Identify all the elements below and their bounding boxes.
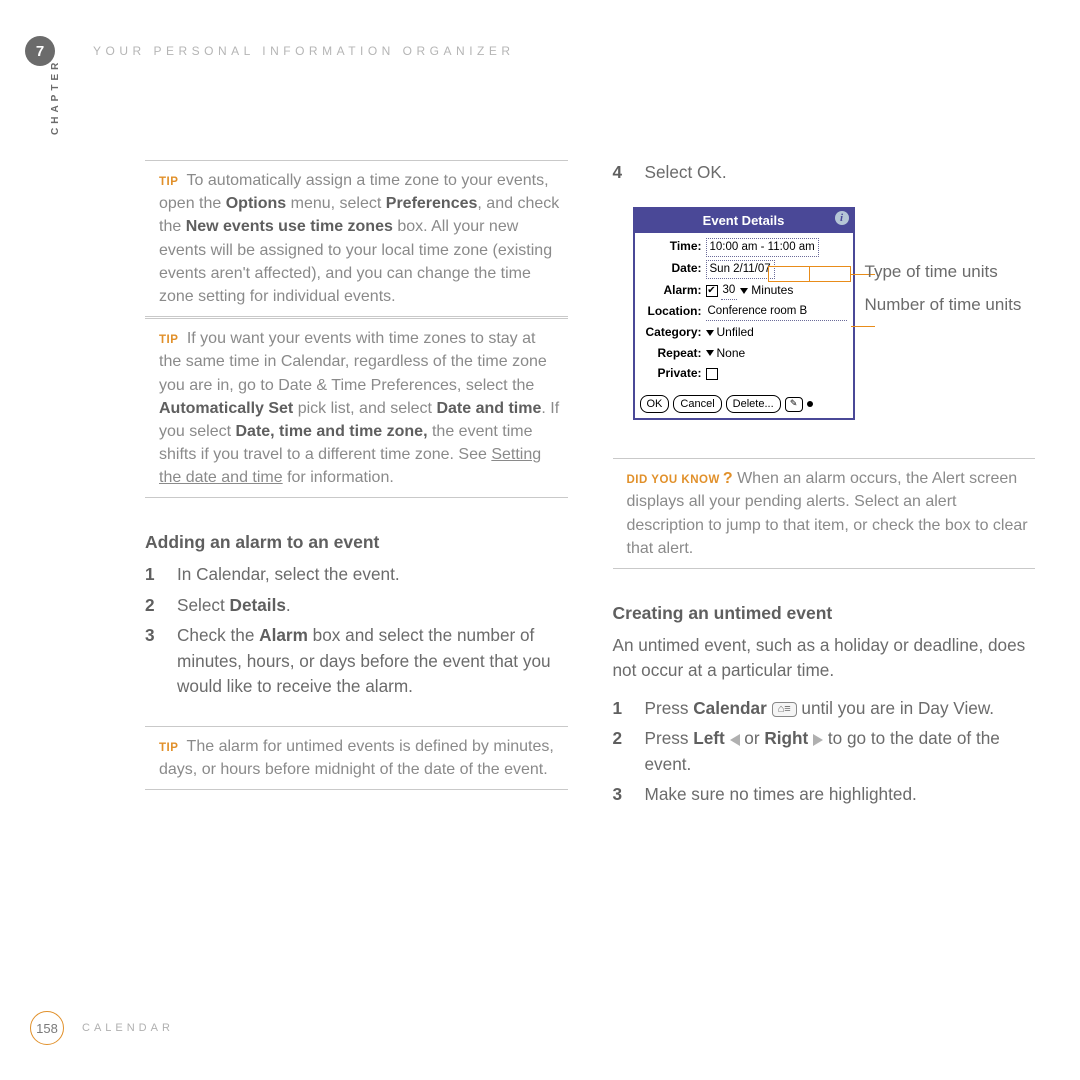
step-4-text: Select OK. bbox=[645, 160, 727, 185]
untimed-steps: Press Calendar ⌂≡ until you are in Day V… bbox=[613, 696, 1036, 808]
event-details-figure: Event Details i Time: 10:00 am - 11:00 a… bbox=[613, 207, 1036, 420]
date-field[interactable]: Sun 2/11/07 bbox=[706, 260, 775, 279]
right-arrow-icon bbox=[813, 734, 823, 746]
untimed-intro: An untimed event, such as a holiday or d… bbox=[613, 633, 1036, 684]
alarm-value-field[interactable]: 30 bbox=[721, 282, 738, 300]
dyk-label: DID YOU KNOW bbox=[627, 474, 720, 486]
category-label: Category: bbox=[639, 324, 706, 342]
tip-box-2: TIP If you want your events with time zo… bbox=[145, 318, 568, 498]
step-1: In Calendar, select the event. bbox=[177, 562, 568, 587]
tip1-b3: New events use time zones bbox=[186, 218, 393, 235]
tip-label: TIP bbox=[159, 742, 178, 754]
cancel-button[interactable]: Cancel bbox=[673, 395, 721, 413]
alarm-units-dropdown-icon[interactable] bbox=[740, 288, 748, 294]
step-3: Check the Alarm box and select the numbe… bbox=[177, 623, 568, 699]
tip-label: TIP bbox=[159, 176, 178, 188]
location-label: Location: bbox=[639, 303, 706, 321]
callout-line-2 bbox=[851, 326, 875, 327]
page-header-title: YOUR PERSONAL INFORMATION ORGANIZER bbox=[93, 44, 515, 58]
step-2: Select Details. bbox=[177, 593, 568, 618]
calendar-button-icon: ⌂≡ bbox=[772, 702, 797, 717]
section-heading-untimed: Creating an untimed event bbox=[613, 601, 1036, 627]
location-field[interactable]: Conference room B bbox=[706, 303, 847, 321]
category-dropdown-icon[interactable] bbox=[706, 330, 714, 336]
tip2-t1: If you want your events with time zones … bbox=[159, 330, 547, 393]
tip2-b3: Date, time and time zone, bbox=[235, 423, 427, 440]
nav-dot-icon bbox=[807, 401, 813, 407]
did-you-know-box: DID YOU KNOW? When an alarm occurs, the … bbox=[613, 458, 1036, 569]
tip2-b2: Date and time bbox=[436, 400, 541, 417]
dialog-titlebar: Event Details i bbox=[635, 209, 853, 232]
callout-num-units: Number of time units bbox=[865, 294, 1022, 316]
delete-button[interactable]: Delete... bbox=[726, 395, 781, 413]
dialog-title: Event Details bbox=[703, 213, 785, 228]
callout-type-units: Type of time units bbox=[865, 261, 1022, 283]
step-4-number: 4 bbox=[613, 160, 645, 185]
repeat-label: Repeat: bbox=[639, 345, 706, 363]
right-column: 4 Select OK. Event Details i Time: 10:00… bbox=[613, 160, 1036, 813]
untimed-step-2: Press Left or Right to go to the date of… bbox=[645, 726, 1036, 777]
event-details-dialog: Event Details i Time: 10:00 am - 11:00 a… bbox=[633, 207, 855, 420]
alarm-steps: In Calendar, select the event. Select De… bbox=[145, 562, 568, 699]
tip2-b1: Automatically Set bbox=[159, 400, 293, 417]
private-checkbox[interactable] bbox=[706, 368, 718, 380]
alarm-checkbox[interactable]: ✔ bbox=[706, 285, 718, 297]
ok-button[interactable]: OK bbox=[640, 395, 670, 413]
left-column: TIP To automatically assign a time zone … bbox=[145, 160, 568, 813]
untimed-step-3: Make sure no times are highlighted. bbox=[645, 782, 1036, 807]
info-icon[interactable]: i bbox=[835, 211, 849, 225]
date-label: Date: bbox=[639, 260, 706, 278]
left-arrow-icon bbox=[730, 734, 740, 746]
untimed-step-1: Press Calendar ⌂≡ until you are in Day V… bbox=[645, 696, 1036, 721]
page-number: 158 bbox=[30, 1011, 64, 1045]
tip2-t5: for information. bbox=[283, 469, 394, 486]
tip2-t2: pick list, and select bbox=[293, 400, 436, 417]
tip3-text: The alarm for untimed events is defined … bbox=[159, 738, 554, 778]
note-icon[interactable]: ✎ bbox=[785, 397, 803, 412]
alarm-label: Alarm: bbox=[639, 282, 706, 300]
repeat-dropdown-icon[interactable] bbox=[706, 350, 714, 356]
dyk-question-mark: ? bbox=[723, 470, 733, 487]
tip-box-1: TIP To automatically assign a time zone … bbox=[145, 160, 568, 317]
section-heading-alarm: Adding an alarm to an event bbox=[145, 530, 568, 556]
time-field[interactable]: 10:00 am - 11:00 am bbox=[706, 238, 819, 257]
private-label: Private: bbox=[639, 365, 706, 383]
alarm-units[interactable]: Minutes bbox=[751, 282, 793, 300]
tip-box-3: TIP The alarm for untimed events is defi… bbox=[145, 726, 568, 790]
category-value[interactable]: Unfiled bbox=[717, 324, 754, 342]
tip1-t2: menu, select bbox=[286, 195, 386, 212]
time-label: Time: bbox=[639, 238, 706, 256]
tip1-b2: Preferences bbox=[386, 195, 478, 212]
tip1-b1: Options bbox=[226, 195, 286, 212]
tip-label: TIP bbox=[159, 334, 178, 346]
chapter-label: CHAPTER bbox=[50, 59, 61, 135]
footer-section: CALENDAR bbox=[82, 1022, 174, 1034]
highlight-divider bbox=[809, 266, 810, 282]
repeat-value[interactable]: None bbox=[717, 345, 746, 363]
